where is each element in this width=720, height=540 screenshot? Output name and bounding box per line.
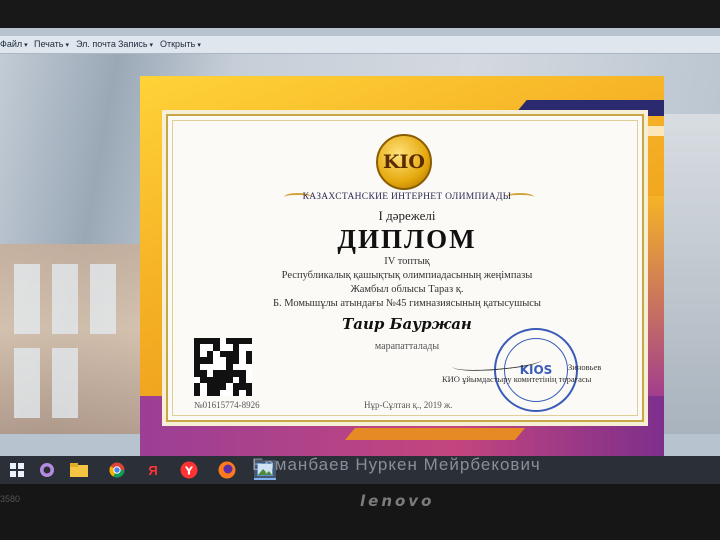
windows-logo [10,463,24,477]
diploma-line: IV топтық [384,256,430,267]
reflection-pane [52,348,78,418]
kio-logo-text: KIO [383,151,425,173]
viewer-menubar: Файл ▾ Печать ▾ Эл. почта Запись ▾ Открыть ▾ [0,36,720,54]
file-explorer-icon[interactable] [68,460,90,480]
signer-name: Зиновьев [568,362,602,372]
reflection-pane [52,264,78,334]
degree-text: I дәрежелі [378,208,436,223]
screen: Файл ▾ Печать ▾ Эл. почта Запись ▾ Открыть ▾… [0,28,720,460]
menu-burn-label: Запись [118,39,148,49]
menu-open-label: Открыть [160,39,196,49]
diploma-image: KIO КАЗАХСТАНСКИЕ ИНТЕРНЕТ ОЛИМПИАДЫ I д… [166,114,644,422]
menu-burn[interactable]: Запись ▾ [118,39,153,49]
reflection-pane [14,348,40,418]
window-reflection [0,244,150,434]
official-stamp: KIOS [494,328,578,412]
menu-file-label: Файл [0,39,23,49]
diploma-line: Республикалық қашықтық олимпиадасының же… [281,270,533,281]
yandex-browser-icon[interactable]: Y [178,460,200,480]
kio-logo: KIO [376,134,432,190]
chevron-down-icon: ▾ [24,42,28,49]
diploma-line: Б. Момышұлы атындағы №45 гимназиясының қ… [273,298,541,309]
name-overlay: Ерманбаев Нуркен Мейрбекович [252,455,541,474]
decor-stripe [344,428,526,440]
reflection-pane [90,264,116,334]
chevron-down-icon: ▾ [197,42,201,49]
chevron-down-icon: ▾ [65,42,69,49]
city-date: Нұр-Сұлтан қ., 2019 ж. [364,400,453,410]
diploma-line: Жамбыл облысы Тараз қ. [350,284,464,295]
svg-text:Y: Y [184,465,194,478]
serial-number: №01615774-8926 [194,400,260,410]
yandex-icon[interactable]: Я [142,460,164,480]
menu-email-label: Эл. почта [76,39,116,49]
olympiad-heading: КАЗАХСТАНСКИЕ ИНТЕРНЕТ ОЛИМПИАДЫ [302,192,512,202]
monitor-bezel-top [0,0,720,28]
menu-open[interactable]: Открыть ▾ [160,39,201,49]
menu-email[interactable]: Эл. почта [76,39,116,49]
monitor-model: 3580 [0,494,21,504]
reflection-pane [14,264,40,334]
chrome-icon[interactable] [106,460,128,480]
signer-role: КИО ұйымдастыру комитетінің төрағасы [442,374,592,384]
cortana-icon[interactable] [36,460,58,480]
awardee-name: Таир Бауржан [342,315,472,333]
firefox-icon[interactable] [216,460,238,480]
window-reflection-right [660,114,720,434]
windows-start-icon[interactable] [6,460,28,480]
menu-print[interactable]: Печать ▾ [34,39,69,49]
menu-file[interactable]: Файл ▾ [0,39,28,49]
chevron-down-icon: ▾ [149,42,154,49]
menu-print-label: Печать [34,39,64,49]
qr-code-icon [194,338,252,396]
diploma-title: ДИПЛОМ [337,224,477,254]
lenovo-logo: lenovo [360,492,435,510]
